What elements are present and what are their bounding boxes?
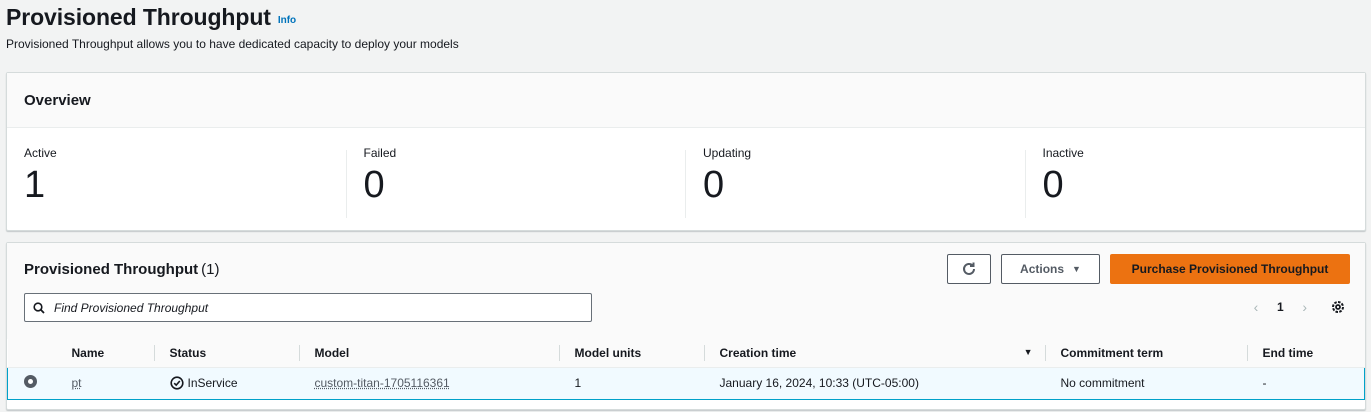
- stat-label: Inactive: [1042, 146, 1084, 160]
- chevron-left-icon[interactable]: ‹: [1247, 299, 1265, 315]
- caret-down-icon: ▼: [1072, 264, 1081, 274]
- cell-model: custom-titan-1705116361: [298, 366, 559, 400]
- status-badge: InService: [169, 376, 299, 390]
- actions-button[interactable]: Actions ▼: [1001, 254, 1100, 284]
- check-circle-icon: [169, 376, 184, 390]
- column-header-commitment-term[interactable]: Commitment term: [1044, 339, 1247, 368]
- row-radio[interactable]: [24, 375, 37, 388]
- stat-value: 1: [24, 164, 46, 206]
- table-title-text: Provisioned Throughput: [24, 261, 199, 278]
- info-link[interactable]: Info: [278, 15, 296, 26]
- column-header-label: Model units: [574, 345, 642, 360]
- chevron-right-icon[interactable]: ›: [1296, 299, 1314, 315]
- column-header-name[interactable]: Name: [55, 339, 154, 368]
- overview-title: Overview: [24, 91, 91, 109]
- column-header-model-units[interactable]: Model units: [558, 339, 704, 368]
- search-icon: [33, 301, 45, 314]
- stat-active: Active 1: [7, 144, 347, 230]
- page-title: Provisioned Throughput: [6, 4, 271, 30]
- cell-name: pt: [55, 366, 154, 400]
- throughput-table-card: Provisioned Throughput (1) Actions ▼ Purc…: [6, 242, 1366, 410]
- table-header-row: Name Status Model Model units Creation t…: [7, 339, 1365, 368]
- column-header-label: End time: [1262, 345, 1314, 360]
- column-header-status[interactable]: Status: [153, 339, 299, 368]
- cell-end-time: -: [1246, 366, 1365, 400]
- page-header: Provisioned Throughput Info Provisioned …: [6, 4, 459, 51]
- cell-commitment-term: No commitment: [1044, 366, 1247, 400]
- throughput-table: Name Status Model Model units Creation t…: [7, 339, 1365, 400]
- refresh-icon: [963, 262, 975, 275]
- table-count: (1): [201, 261, 220, 278]
- actions-label: Actions: [1020, 262, 1065, 276]
- pagination: ‹ 1 ›: [1247, 299, 1314, 315]
- search-input[interactable]: [54, 300, 554, 315]
- cell-status: InService: [153, 366, 299, 400]
- overview-header: Overview: [7, 73, 1365, 128]
- stat-updating: Updating 0: [685, 144, 1026, 230]
- sort-descending-icon: ▼: [1023, 347, 1033, 357]
- throughput-name-link[interactable]: pt: [72, 376, 82, 390]
- column-header-label: Model: [314, 345, 350, 360]
- purchase-button[interactable]: Purchase Provisioned Throughput: [1110, 254, 1350, 284]
- table-header: Provisioned Throughput (1) Actions ▼ Purc…: [7, 243, 1365, 339]
- table-row[interactable]: pt InService custom-titan-1705116361 1 J…: [7, 366, 1365, 400]
- gear-icon[interactable]: [1330, 299, 1346, 320]
- column-header-label: Status: [169, 345, 207, 360]
- stat-label: Active: [24, 146, 57, 160]
- table-title: Provisioned Throughput (1): [24, 261, 220, 278]
- column-header-creation-time[interactable]: Creation time ▼: [703, 339, 1045, 368]
- cell-creation-time: January 16, 2024, 10:33 (UTC-05:00): [703, 366, 1045, 400]
- stat-label: Updating: [703, 146, 752, 160]
- column-header-label: Name: [71, 345, 105, 360]
- overview-stats: Active 1 Failed 0 Updating 0 Inactive 0: [7, 128, 1365, 230]
- refresh-button[interactable]: [947, 254, 991, 284]
- search-box[interactable]: [24, 293, 592, 322]
- status-text: InService: [187, 376, 238, 390]
- model-link[interactable]: custom-titan-1705116361: [315, 376, 450, 390]
- page-title-row: Provisioned Throughput Info: [6, 4, 459, 31]
- column-header-label: Creation time: [719, 345, 797, 360]
- row-select-cell: [7, 366, 56, 400]
- overview-card: Overview Active 1 Failed 0 Updating 0 In…: [6, 72, 1366, 231]
- page-number[interactable]: 1: [1277, 300, 1284, 314]
- stat-value: 0: [1042, 164, 1064, 206]
- stat-value: 0: [363, 164, 385, 206]
- stat-value: 0: [703, 164, 725, 206]
- column-header-label: Commitment term: [1060, 345, 1164, 360]
- cell-model-units: 1: [558, 366, 704, 400]
- select-column-header: [7, 339, 56, 368]
- stat-failed: Failed 0: [345, 144, 687, 230]
- stat-label: Failed: [363, 146, 397, 160]
- column-header-model[interactable]: Model: [298, 339, 559, 368]
- stat-inactive: Inactive 0: [1024, 144, 1366, 230]
- page-description: Provisioned Throughput allows you to hav…: [6, 37, 459, 51]
- column-header-end-time[interactable]: End time: [1246, 339, 1365, 368]
